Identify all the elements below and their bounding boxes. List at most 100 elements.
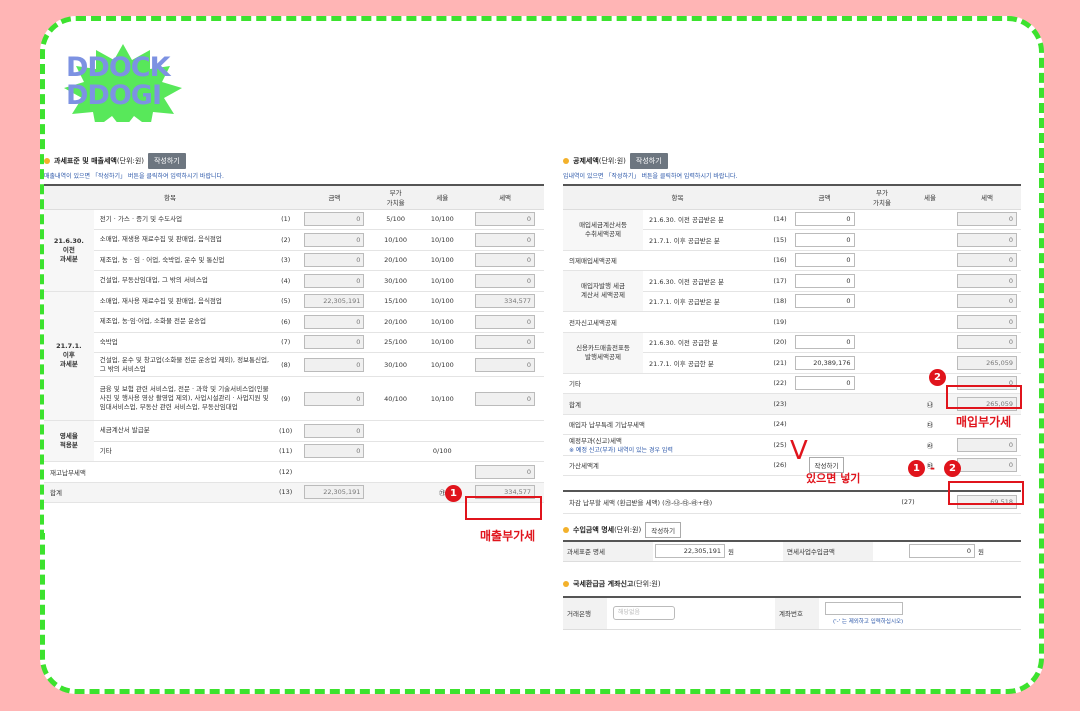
row-no: (24) <box>768 414 793 435</box>
row-group-label: 21.6.30. 이전 과세분 <box>44 209 94 292</box>
badge-final-2: 2 <box>944 460 961 477</box>
row-no: (25) <box>768 434 793 456</box>
tax-input[interactable]: 0 <box>475 335 536 350</box>
amount-cell: 0 <box>296 270 373 292</box>
tax-cell: 0 <box>466 376 544 421</box>
tax-input[interactable]: 0 <box>957 314 1018 329</box>
account-input[interactable] <box>825 601 903 615</box>
income-write-button[interactable]: 작성하기 <box>645 521 682 538</box>
row-item: 기타 <box>93 441 276 462</box>
bank-select[interactable]: 해당없음 <box>613 606 675 620</box>
check-mark: V <box>790 436 808 466</box>
row-no: (6) <box>275 311 297 333</box>
inventory-no: (12) <box>275 461 297 483</box>
refund-key-1: 거래은행 <box>563 597 607 629</box>
table-row: 매입자 납부특례 기납부세액 (24) ㉰ <box>563 414 1022 435</box>
amount-input[interactable]: 0 <box>304 423 365 438</box>
total-no: (13) <box>275 482 297 503</box>
row-group-label: 매입세금계산서등 수취세액공제 <box>563 209 643 251</box>
extra-sub: ※ 예정 신고(부과) 내역이 있는 경우 입력 <box>569 447 673 455</box>
total-amount[interactable]: 22,305,191 <box>304 485 365 500</box>
unit-label: (단위:원) <box>598 157 626 165</box>
tax-input[interactable]: 0 <box>475 314 536 329</box>
amount-input[interactable]: 22,305,191 <box>304 294 365 309</box>
tax-input[interactable]: 0 <box>957 335 1018 350</box>
amount-input[interactable]: 0 <box>794 335 855 350</box>
sum-label: 합계 <box>563 393 768 415</box>
row-item: 21.6.30. 이전 공급받은 분 <box>643 270 768 292</box>
inventory-label: 재고납부세액 <box>44 461 276 483</box>
amount-cell: 0 <box>792 332 858 353</box>
amount-input[interactable]: 0 <box>304 232 365 247</box>
row-no: (26) <box>768 455 793 476</box>
minus-sign: - <box>930 461 935 475</box>
tax-input[interactable]: 0 <box>957 232 1018 247</box>
table-row: 전자신고세액공제 (19) 0 <box>563 311 1022 333</box>
table-row: 매입세금계산서등 수취세액공제 21.6.30. 이전 공급받은 분 (14) 0 0 <box>563 209 1022 251</box>
amount-input[interactable]: 0 <box>304 444 365 459</box>
table-row: 매입자발행 세금 계산서 세액공제 21.6.30. 이전 공급받은 분 (17) 0… <box>563 270 1022 312</box>
amount-input[interactable]: 0 <box>304 391 365 406</box>
section-title-text: 과세표준 및 매출세액 <box>54 157 117 165</box>
amount-cell: 0 <box>792 270 858 292</box>
amount-input[interactable]: 0 <box>794 273 855 288</box>
income-value-1[interactable]: 22,305,191 <box>655 544 725 558</box>
unit-label: (단위:원) <box>614 525 642 534</box>
tax-input[interactable]: 0 <box>475 357 536 372</box>
extra-btn-cell <box>792 414 858 435</box>
tax-input[interactable]: 334,577 <box>475 294 536 309</box>
row-no: (21) <box>768 352 793 374</box>
row-item: 건설업, 부동산임대업, 그 밖의 서비스업 <box>93 270 276 292</box>
tax-cell: 0 <box>466 332 544 353</box>
sales-tax-highlight <box>465 496 542 520</box>
amount-cell: 0 <box>296 420 373 442</box>
bank-select-value: 해당없음 <box>618 609 641 616</box>
amount-input[interactable]: 0 <box>304 273 365 288</box>
tax-input[interactable]: 0 <box>475 391 536 406</box>
tax-cell: 0 <box>953 270 1022 292</box>
income-value-2[interactable]: 0 <box>909 544 975 558</box>
amount-input[interactable]: 0 <box>794 294 855 309</box>
vat-rate <box>372 441 419 462</box>
amount-input[interactable]: 0 <box>794 253 855 268</box>
tax-rate: 10/100 <box>418 311 467 333</box>
amount-input[interactable]: 0 <box>304 253 365 268</box>
extra-label: 가산세액계 <box>569 462 599 471</box>
amount-input[interactable]: 20,389,176 <box>794 355 855 370</box>
amount-input[interactable]: 0 <box>304 212 365 227</box>
amount-input[interactable]: 0 <box>304 314 365 329</box>
tax-cell: 0 <box>953 209 1022 230</box>
write-button[interactable]: 작성하기 <box>147 153 186 169</box>
logo-line2: DDOGI <box>66 80 162 111</box>
income-unit-2: 원 <box>978 548 984 556</box>
tax-input[interactable]: 0 <box>957 212 1018 227</box>
tax-input[interactable]: 0 <box>475 253 536 268</box>
tax-input[interactable]: 0 <box>957 253 1018 268</box>
tax-input[interactable]: 0 <box>957 273 1018 288</box>
amount-input[interactable]: 0 <box>794 232 855 247</box>
amount-input[interactable]: 0 <box>304 357 365 372</box>
tax-input[interactable]: 0 <box>475 212 536 227</box>
table-row: 의제매입세액공제 (16) 0 0 <box>563 250 1022 271</box>
tax-cell: 0 <box>466 311 544 333</box>
tax-input[interactable]: 265,059 <box>957 355 1018 370</box>
tax-cell: 265,059 <box>953 352 1022 374</box>
section-title: 과세표준 및 매출세액 (단위:원) 작성하기 <box>44 153 544 169</box>
tax-input[interactable]: 0 <box>475 273 536 288</box>
amount-input[interactable]: 0 <box>794 376 855 391</box>
total-label: 합계 <box>44 482 276 503</box>
tax-input[interactable]: 0 <box>957 458 1018 473</box>
amount-input[interactable]: 0 <box>794 212 855 227</box>
table-row: 건설업, 부동산임대업, 그 밖의 서비스업 (4) 0 30/100 10/100 0 <box>44 270 544 292</box>
inventory-tax[interactable]: 0 <box>475 464 536 479</box>
unit-label: (단위:원) <box>633 579 661 588</box>
tax-input[interactable]: 0 <box>957 294 1018 309</box>
extra-label: 예정부과(신고)세액 <box>569 437 622 446</box>
write-button[interactable]: 작성하기 <box>629 153 668 169</box>
tax-cell: 0 <box>466 229 544 251</box>
tax-input[interactable]: 0 <box>475 232 536 247</box>
tax-rate: 10/100 <box>418 352 467 377</box>
tax-input[interactable]: 0 <box>957 437 1018 452</box>
badge-1: 1 <box>445 485 462 502</box>
amount-input[interactable]: 0 <box>304 335 365 350</box>
